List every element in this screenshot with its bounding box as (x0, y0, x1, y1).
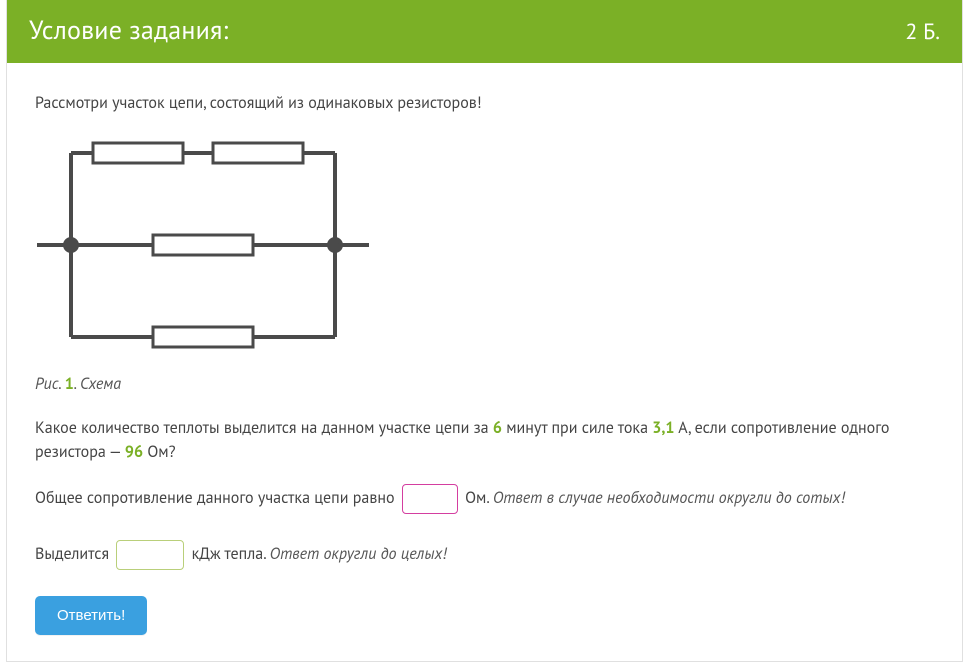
circuit-diagram (33, 135, 934, 362)
figure-caption-prefix: Рис. (35, 374, 65, 394)
q-current: 3,1 (652, 418, 674, 438)
q-part-d: Ом? (143, 442, 176, 462)
answer2-hint: Ответ округли до целых! (270, 544, 447, 564)
heat-input[interactable] (116, 540, 184, 570)
answer1-before: Общее сопротивление данного участка цепи… (35, 488, 399, 508)
answer2-unit: кДж тепла. (192, 544, 270, 564)
answer2-before: Выделится (35, 544, 113, 564)
task-points: 2 Б. (905, 18, 940, 46)
q-part-a: Какое количество теплоты выделится на да… (35, 418, 493, 438)
q-part-b: минут при силе тока (502, 418, 652, 438)
answer1-row: Общее сопротивление данного участка цепи… (35, 484, 934, 514)
figure-caption-suffix: . Схема (74, 374, 121, 394)
answer2-row: Выделится кДж тепла. Ответ округли до це… (35, 540, 934, 570)
task-title: Условие задания: (29, 14, 228, 47)
figure-number: 1 (65, 374, 74, 394)
intro-text: Рассмотри участок цепи, состоящий из оди… (35, 91, 934, 115)
q-time: 6 (493, 418, 502, 438)
circuit-svg (33, 135, 373, 355)
answer1-unit: Ом. (465, 488, 493, 508)
q-resistance: 96 (125, 442, 143, 462)
task-card: Условие задания: 2 Б. Рассмотри участок … (6, 0, 963, 662)
resistance-input[interactable] (402, 484, 458, 514)
submit-button[interactable]: Ответить! (35, 596, 147, 635)
answer1-hint: Ответ в случае необходимости округли до … (493, 488, 845, 508)
figure-caption: Рис. 1. Схема (35, 372, 934, 396)
task-body: Рассмотри участок цепи, состоящий из оди… (7, 63, 962, 661)
question-text: Какое количество теплоты выделится на да… (35, 416, 934, 464)
task-header: Условие задания: 2 Б. (7, 0, 962, 63)
